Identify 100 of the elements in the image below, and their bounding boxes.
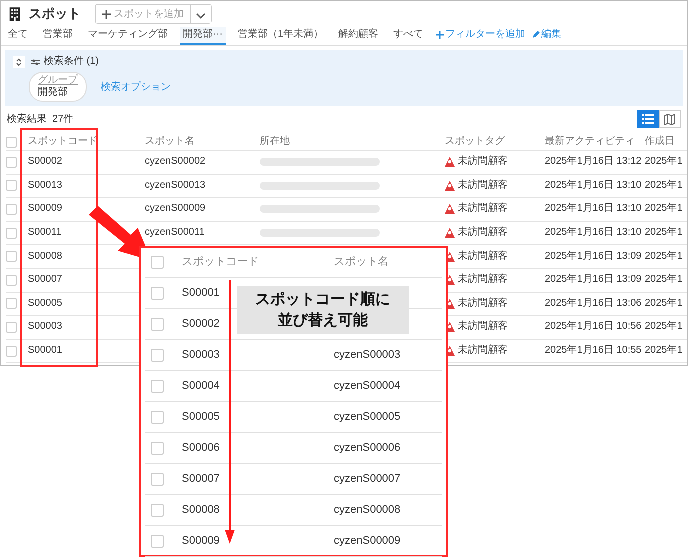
table-cell: S00003: [182, 348, 220, 362]
row-checkbox[interactable]: [6, 228, 17, 239]
table-cell: 未訪問顧客: [458, 321, 508, 334]
edit-link[interactable]: 編集: [532, 27, 562, 45]
map-icon: [664, 114, 676, 124]
filter-tab[interactable]: すべて: [390, 27, 427, 45]
table-cell: S00008: [182, 504, 220, 516]
table-cell: S00005: [28, 298, 62, 310]
table-cell: 2025年1: [645, 298, 683, 310]
add-filter-link[interactable]: フィルターを追加: [436, 27, 526, 45]
table-cell: 2025年1月16日 13:06: [545, 298, 642, 310]
table-cell: 2025年1月16日 10:56: [545, 321, 642, 334]
row-checkbox[interactable]: [6, 156, 17, 168]
row-checkbox[interactable]: [151, 410, 164, 424]
row-checkbox[interactable]: [151, 504, 164, 516]
table-cell: 2025年1: [645, 203, 683, 216]
row-checkbox[interactable]: [151, 534, 164, 548]
list-view-button[interactable]: [637, 110, 659, 128]
table-cell: S00009: [182, 534, 220, 548]
filter-icon: [31, 58, 40, 66]
table-cell: S00003: [28, 321, 62, 334]
row-checkbox[interactable]: [151, 318, 164, 330]
row-checkbox[interactable]: [6, 322, 17, 333]
chevron-down-icon: [196, 12, 206, 18]
table-cell: 未訪問顧客: [458, 227, 508, 240]
table-cell: S00001: [182, 286, 220, 300]
table-cell: 2025年1: [645, 274, 683, 286]
tag-icon: [445, 180, 455, 191]
table-cell: 2025年1: [645, 345, 683, 358]
table-cell: S00004: [182, 380, 220, 392]
row-checkbox[interactable]: [6, 204, 17, 215]
table-cell: S00006: [182, 442, 220, 454]
sort-arrows-icon: [16, 58, 22, 66]
search-conditions-label: 検索条件 (1): [44, 56, 99, 68]
row-checkbox[interactable]: [151, 442, 164, 454]
table-cell: 2025年1: [645, 250, 683, 263]
table-cell: S00007: [182, 472, 220, 486]
column-header[interactable]: スポットコード: [182, 256, 259, 269]
row-checkbox[interactable]: [151, 348, 164, 362]
row-checkbox[interactable]: [6, 251, 17, 262]
table-cell: 2025年1: [645, 180, 683, 192]
pencil-icon: [532, 31, 540, 39]
table-cell: cyzenS00002: [145, 156, 206, 168]
table-cell: S00008: [28, 250, 62, 263]
table-cell: 2025年1: [645, 156, 683, 168]
row-checkbox[interactable]: [6, 274, 17, 286]
table-cell: cyzenS00008: [334, 504, 401, 516]
select-all-checkbox[interactable]: [6, 136, 17, 148]
filter-tab[interactable]: 営業部: [40, 27, 76, 45]
row-checkbox[interactable]: [151, 286, 164, 300]
table-cell: cyzenS00003: [334, 348, 401, 362]
table-cell: 2025年1月16日 13:09: [545, 274, 642, 286]
table-cell: 未訪問顧客: [458, 250, 508, 263]
table-cell: S00007: [28, 274, 62, 286]
select-all-checkbox[interactable]: [151, 256, 164, 269]
column-header[interactable]: スポット名: [334, 256, 389, 269]
table-cell: 2025年1月16日 10:55: [545, 345, 642, 358]
filter-tab[interactable]: 営業部（1年未満）: [235, 27, 327, 45]
row-checkbox[interactable]: [6, 298, 17, 310]
result-count: 検索結果 27件: [7, 114, 74, 126]
column-header[interactable]: スポットコード: [28, 136, 98, 148]
table-cell: 未訪問顧客: [458, 156, 508, 168]
tag-icon: [445, 228, 455, 238]
table-cell: S00002: [182, 318, 220, 330]
filter-tab[interactable]: 解約顧客: [336, 27, 382, 45]
table-cell: cyzenS00009: [145, 203, 206, 216]
column-header[interactable]: 作成日: [645, 136, 675, 148]
row-checkbox[interactable]: [151, 472, 164, 486]
table-cell: 未訪問顧客: [458, 345, 508, 358]
table-cell: 2025年1: [645, 321, 683, 334]
collapse-button[interactable]: [13, 56, 25, 68]
filter-tab[interactable]: 全て: [5, 27, 31, 45]
table-cell: 2025年1月16日 13:12: [545, 156, 642, 168]
table-cell: S00002: [28, 156, 62, 168]
table-cell: cyzenS00011: [145, 227, 205, 240]
table-cell: 未訪問顧客: [458, 274, 508, 286]
column-header[interactable]: 最新アクティビティ: [545, 136, 635, 148]
table-cell: cyzenS00004: [334, 380, 401, 392]
table-cell: 2025年1月16日 13:10: [545, 203, 642, 216]
list-icon: [642, 114, 654, 124]
tag-icon: [445, 157, 455, 168]
add-spot-button[interactable]: スポットを追加: [96, 5, 191, 23]
filter-tab[interactable]: 開発部···: [180, 27, 226, 45]
row-checkbox[interactable]: [151, 380, 164, 392]
table-cell: cyzenS00007: [334, 472, 401, 486]
row-checkbox[interactable]: [6, 346, 17, 357]
table-cell: 2025年1月16日 13:10: [545, 180, 642, 192]
filter-tab[interactable]: マーケティング部: [85, 27, 171, 45]
row-checkbox[interactable]: [6, 180, 17, 192]
group-filter-chip[interactable]: グループ 開発部: [29, 72, 87, 102]
column-header[interactable]: 所在地: [260, 136, 290, 148]
callout-label: スポットコード順に 並び替え可能: [237, 286, 409, 334]
search-options-link[interactable]: 検索オプション: [101, 80, 171, 94]
column-header[interactable]: スポットタグ: [445, 136, 505, 148]
plus-icon: [102, 10, 111, 18]
table-cell: cyzenS00009: [334, 534, 401, 548]
table-cell: 2025年1月16日 13:09: [545, 250, 642, 263]
table-cell: 未訪問顧客: [458, 180, 508, 192]
column-header[interactable]: スポット名: [145, 136, 195, 148]
map-view-button[interactable]: [659, 110, 681, 128]
